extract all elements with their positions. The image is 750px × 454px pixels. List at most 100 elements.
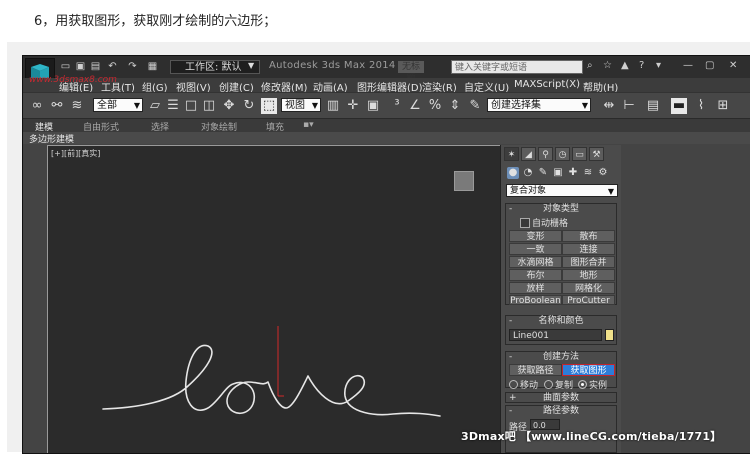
bind-space-warp-icon[interactable]: ≋ bbox=[69, 98, 85, 114]
object-name-field[interactable]: Line001 bbox=[509, 329, 602, 341]
ribbon-options-icon[interactable]: ▪▾ bbox=[303, 120, 314, 130]
object-type-title[interactable]: 对象类型 bbox=[506, 204, 616, 215]
collapse-icon[interactable]: - bbox=[509, 316, 512, 326]
percent-snap-icon[interactable]: % bbox=[427, 98, 443, 114]
loft-button[interactable]: 放样 bbox=[509, 282, 562, 294]
select-by-name-icon[interactable]: ☰ bbox=[165, 98, 181, 114]
radio-dot-selected bbox=[578, 380, 587, 389]
instance-radio-label: 实例 bbox=[589, 381, 608, 391]
user-icon[interactable]: ▲ bbox=[621, 60, 629, 71]
redo-icon[interactable]: ↷ bbox=[126, 60, 139, 73]
selection-filter-dropdown[interactable]: 全部 ▼ bbox=[93, 98, 143, 112]
minimize-icon[interactable]: — bbox=[683, 60, 693, 71]
ref-coord-dropdown[interactable]: 视图 ▼ bbox=[281, 98, 321, 112]
object-color-swatch[interactable] bbox=[605, 329, 614, 341]
creation-method-title[interactable]: 创建方法 bbox=[506, 352, 616, 363]
procutter-button[interactable]: ProCutter bbox=[562, 295, 615, 306]
window-crossing-icon[interactable]: ◫ bbox=[201, 98, 217, 114]
chevron-down-icon[interactable]: ▼ bbox=[248, 61, 254, 70]
new-file-icon[interactable]: ▭ bbox=[59, 60, 72, 73]
open-file-icon[interactable]: ▣ bbox=[74, 60, 87, 73]
autogrid-checkbox[interactable] bbox=[520, 218, 530, 228]
rotate-icon[interactable]: ↻ bbox=[241, 98, 257, 114]
help-dropdown-icon[interactable]: ▾ bbox=[656, 60, 661, 71]
chevron-down-icon: ▼ bbox=[607, 187, 614, 196]
menu-maxscript[interactable]: MAXScript(X) bbox=[514, 79, 580, 90]
copy-radio[interactable]: 复制 bbox=[544, 378, 573, 391]
get-shape-button[interactable]: 获取图形 bbox=[562, 364, 615, 376]
pivot-center-icon[interactable]: ▥ bbox=[325, 98, 341, 114]
boolean-button[interactable]: 布尔 bbox=[509, 269, 562, 281]
link-icon[interactable]: ∞ bbox=[29, 98, 45, 114]
modify-tab-icon[interactable]: ◢ bbox=[521, 147, 536, 161]
select-manipulate-icon[interactable]: ✛ bbox=[345, 98, 361, 114]
curve-editor-icon[interactable]: ⌇ bbox=[693, 98, 709, 114]
shapes-icon[interactable]: ◔ bbox=[522, 167, 534, 179]
undo-icon[interactable]: ↶ bbox=[106, 60, 119, 73]
proboolean-button[interactable]: ProBoolean bbox=[509, 295, 562, 306]
motion-tab-icon[interactable]: ◷ bbox=[555, 147, 570, 161]
community-icon[interactable]: ☆ bbox=[603, 60, 612, 71]
named-selection-value: 创建选择集 bbox=[491, 100, 541, 111]
chevron-down-icon: ▼ bbox=[581, 101, 588, 110]
snap-3-icon[interactable]: ³ bbox=[389, 98, 405, 114]
angle-snap-icon[interactable]: ∠ bbox=[407, 98, 423, 114]
lights-icon[interactable]: ✎ bbox=[537, 167, 549, 179]
cameras-icon[interactable]: ▣ bbox=[552, 167, 564, 179]
display-tab-icon[interactable]: ▭ bbox=[572, 147, 587, 161]
connect-button[interactable]: 连接 bbox=[562, 243, 615, 255]
save-icon[interactable]: ▤ bbox=[89, 60, 102, 73]
surface-params-rollout[interactable]: + 曲面参数 bbox=[505, 392, 617, 403]
maximize-icon[interactable]: ▢ bbox=[705, 60, 714, 71]
space-warps-icon[interactable]: ≋ bbox=[582, 167, 594, 179]
expand-icon: + bbox=[509, 393, 517, 403]
workspace-selector[interactable]: 工作区: 默认 bbox=[170, 60, 260, 74]
schematic-view-icon[interactable]: ⊞ bbox=[715, 98, 731, 114]
keyboard-shortcut-icon[interactable]: ▣ bbox=[365, 98, 381, 114]
collapse-icon[interactable]: - bbox=[509, 204, 512, 214]
hold-icon[interactable]: ▦ bbox=[146, 60, 159, 73]
instruction-caption: 6，用获取图形，获取刚才绘制的六边形； bbox=[34, 14, 277, 29]
shapemerge-button[interactable]: 图形合并 bbox=[562, 256, 615, 268]
spinner-snap-icon[interactable]: ⇕ bbox=[447, 98, 463, 114]
category-dropdown[interactable]: 复合对象 ▼ bbox=[506, 184, 618, 197]
command-panel: ✶ ◢ ⚲ ◷ ▭ ⚒ ● ◔ ✎ ▣ ✚ ≋ ⚙ 复合对象 ▼ 对象类型 - 自… bbox=[500, 145, 621, 453]
file-name-tag: 无标题 bbox=[398, 61, 424, 84]
blobmesh-button[interactable]: 水滴网格 bbox=[509, 256, 562, 268]
mirror-icon[interactable]: ⇹ bbox=[601, 98, 617, 114]
layer-manager-icon[interactable]: ▤ bbox=[645, 98, 661, 114]
select-object-icon[interactable]: ▱ bbox=[147, 98, 163, 114]
get-path-button[interactable]: 获取路径 bbox=[509, 364, 562, 376]
graphite-tools-icon[interactable]: ▬ bbox=[671, 98, 687, 114]
search-input[interactable]: 键入关键字或短语 bbox=[451, 60, 583, 74]
name-color-title[interactable]: 名称和颜色 bbox=[506, 316, 616, 327]
search-icon[interactable]: ⌕ bbox=[587, 60, 593, 71]
collapse-icon[interactable]: - bbox=[509, 352, 512, 362]
terrain-button[interactable]: 地形 bbox=[562, 269, 615, 281]
front-viewport[interactable]: [+][前][真实] love bbox=[47, 145, 501, 453]
utilities-tab-icon[interactable]: ⚒ bbox=[589, 147, 604, 161]
scatter-button[interactable]: 散布 bbox=[562, 230, 615, 242]
collapse-icon[interactable]: - bbox=[509, 406, 512, 416]
conform-button[interactable]: 一致 bbox=[509, 243, 562, 255]
instance-radio[interactable]: 实例 bbox=[578, 378, 607, 391]
scale-icon[interactable]: ⬚ bbox=[261, 98, 277, 114]
unlink-icon[interactable]: ⚯ bbox=[49, 98, 65, 114]
ribbon-sub-label[interactable]: 多边形建模 bbox=[29, 132, 74, 145]
create-tab-icon[interactable]: ✶ bbox=[504, 147, 519, 161]
mesher-button[interactable]: 网格化 bbox=[562, 282, 615, 294]
named-selection-dropdown[interactable]: 创建选择集 ▼ bbox=[487, 98, 591, 112]
hierarchy-tab-icon[interactable]: ⚲ bbox=[538, 147, 553, 161]
path-params-title[interactable]: 路径参数 bbox=[506, 406, 616, 417]
select-region-icon[interactable]: □ bbox=[183, 98, 199, 114]
morph-button[interactable]: 变形 bbox=[509, 230, 562, 242]
helpers-icon[interactable]: ✚ bbox=[567, 167, 579, 179]
edit-named-selection-icon[interactable]: ✎ bbox=[467, 98, 483, 114]
help-icon[interactable]: ? bbox=[639, 60, 644, 71]
align-icon[interactable]: ⊢ bbox=[621, 98, 637, 114]
close-icon[interactable]: ✕ bbox=[729, 60, 737, 71]
move-radio[interactable]: 移动 bbox=[509, 378, 538, 391]
geometry-icon[interactable]: ● bbox=[507, 167, 519, 179]
move-icon[interactable]: ✥ bbox=[221, 98, 237, 114]
systems-icon[interactable]: ⚙ bbox=[597, 167, 609, 179]
